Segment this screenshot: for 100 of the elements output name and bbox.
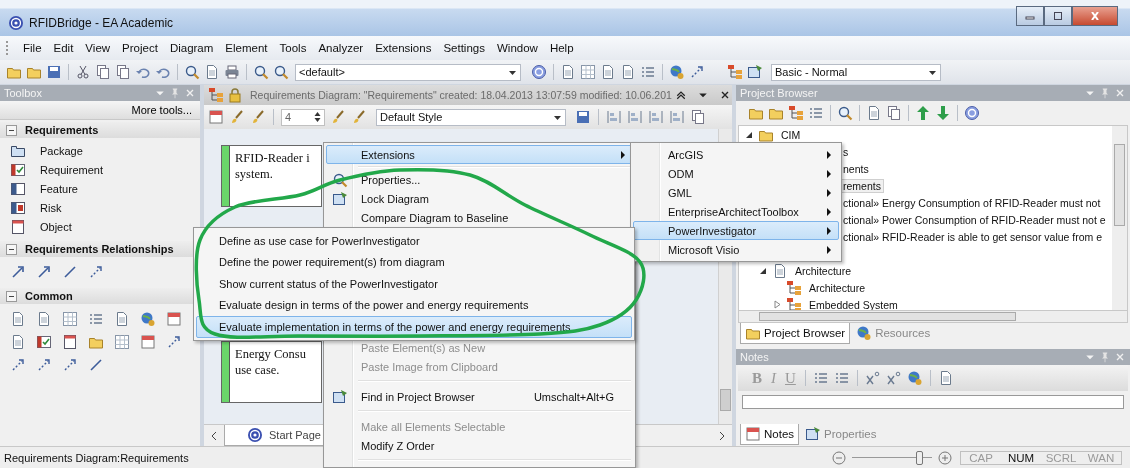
menu-item[interactable]: Define the power requirement(s) from diagram bbox=[196, 251, 632, 273]
search-icon[interactable] bbox=[184, 64, 200, 80]
save-icon[interactable] bbox=[46, 64, 62, 80]
dashed-arrow-icon[interactable] bbox=[10, 356, 26, 373]
document-icon[interactable] bbox=[620, 64, 636, 80]
menu-item[interactable]: Evaluate design in terms of the power and energy requirements bbox=[196, 294, 632, 316]
notes-field[interactable] bbox=[742, 395, 1124, 409]
dashed-arrow-icon[interactable] bbox=[36, 356, 52, 373]
slider-thumb[interactable] bbox=[916, 450, 923, 465]
grid-icon[interactable] bbox=[580, 64, 596, 80]
font-size-field[interactable]: 4 bbox=[281, 108, 325, 126]
properties-icon[interactable] bbox=[747, 64, 763, 80]
requirement-element[interactable]: RFID-Reader i system. bbox=[221, 145, 322, 207]
hierarchy-icon[interactable] bbox=[727, 64, 743, 80]
tree-item[interactable]: Embedded System bbox=[806, 297, 901, 310]
requirement-element[interactable]: Energy Consu use case. bbox=[221, 341, 322, 403]
menu-item[interactable]: GML bbox=[633, 183, 839, 202]
scrollbar[interactable] bbox=[1112, 126, 1127, 310]
globe-icon[interactable] bbox=[669, 64, 685, 80]
copy-icon[interactable] bbox=[886, 105, 902, 121]
tree-item[interactable]: nents bbox=[840, 161, 872, 176]
tree-item[interactable]: rements bbox=[840, 178, 884, 193]
superscript-icon[interactable] bbox=[885, 370, 902, 386]
diagram-dropdown[interactable]: <default> bbox=[295, 63, 521, 81]
tree-item[interactable]: CIM bbox=[778, 127, 804, 142]
menu-item[interactable]: Window bbox=[490, 42, 544, 54]
scissors-icon[interactable] bbox=[75, 64, 91, 80]
menu-item[interactable]: File bbox=[17, 42, 48, 54]
menu-item[interactable]: EnterpriseArchitectToolbox bbox=[633, 202, 839, 221]
search-icon[interactable] bbox=[273, 64, 289, 80]
spinner-arrows-icon[interactable] bbox=[314, 111, 321, 123]
brush-icon[interactable] bbox=[330, 109, 346, 125]
collapse-icon[interactable] bbox=[745, 130, 754, 139]
tree-item[interactable]: s bbox=[840, 144, 852, 159]
dashed-arrow-icon[interactable] bbox=[166, 333, 182, 350]
menu-item[interactable]: Compare Diagram to Baseline bbox=[326, 208, 633, 227]
menu-item[interactable]: PowerInvestigator bbox=[633, 221, 839, 240]
menu-item[interactable]: Find in Project Browser Umschalt+Alt+G bbox=[326, 387, 633, 406]
arrow-icon[interactable] bbox=[10, 263, 26, 280]
document-icon[interactable] bbox=[600, 64, 616, 80]
panel-tab[interactable]: Project Browser bbox=[740, 323, 851, 344]
menu-item[interactable]: Project bbox=[116, 42, 164, 54]
document-icon[interactable] bbox=[114, 310, 130, 327]
style-dropdown[interactable]: Default Style bbox=[376, 108, 566, 126]
printer-icon[interactable] bbox=[224, 64, 240, 80]
scroll-left-icon[interactable] bbox=[210, 430, 218, 441]
line-icon[interactable] bbox=[88, 356, 104, 373]
menu-item[interactable]: Show current status of the PowerInvestigator bbox=[196, 273, 632, 295]
close-button[interactable] bbox=[1072, 6, 1118, 26]
save-icon[interactable] bbox=[575, 109, 591, 125]
document-icon[interactable] bbox=[866, 105, 882, 121]
toolbox-item[interactable]: Object bbox=[40, 220, 72, 233]
copy-icon[interactable] bbox=[95, 64, 111, 80]
minimize-button[interactable] bbox=[1016, 6, 1044, 26]
menu-item[interactable]: Define as use case for PowerInvestigator bbox=[196, 230, 632, 252]
help-icon[interactable] bbox=[964, 105, 980, 121]
menu-item[interactable]: Edit bbox=[47, 42, 80, 54]
zoom-in-icon[interactable] bbox=[938, 450, 952, 465]
globe-icon[interactable] bbox=[140, 310, 156, 327]
panel-tab[interactable]: Notes bbox=[740, 424, 800, 445]
list-icon[interactable] bbox=[808, 105, 824, 121]
document-icon[interactable] bbox=[204, 64, 220, 80]
menu-item[interactable]: Extensions bbox=[326, 145, 633, 164]
expand-icon[interactable] bbox=[773, 300, 782, 309]
help-icon[interactable] bbox=[531, 64, 547, 80]
collapse-icon[interactable] bbox=[759, 266, 768, 275]
note-icon[interactable] bbox=[166, 310, 182, 327]
toolbox-item[interactable]: Requirement bbox=[40, 163, 103, 176]
menu-item[interactable]: View bbox=[79, 42, 117, 54]
document-icon[interactable] bbox=[10, 333, 26, 350]
toolbox-item[interactable]: Package bbox=[40, 144, 83, 157]
tree-item[interactable]: Architecture bbox=[806, 280, 869, 295]
toolbox-item[interactable]: Risk bbox=[40, 201, 62, 214]
scroll-thumb[interactable] bbox=[759, 312, 1016, 321]
brush-icon[interactable] bbox=[250, 109, 266, 125]
dashed-arrow-icon[interactable] bbox=[88, 263, 104, 280]
scrollbar[interactable] bbox=[738, 310, 1128, 323]
collapse-icon[interactable] bbox=[6, 243, 17, 255]
hierarchy-icon[interactable] bbox=[788, 105, 804, 121]
menu-item[interactable]: Help bbox=[543, 42, 580, 54]
grid-icon[interactable] bbox=[62, 310, 78, 327]
menu-item[interactable]: Diagram bbox=[163, 42, 220, 54]
dashed-arrow-icon[interactable] bbox=[62, 356, 78, 373]
zoom-out-icon[interactable] bbox=[832, 450, 846, 465]
menu-item[interactable]: ODM bbox=[633, 164, 839, 183]
menu-item[interactable]: Lock Diagram bbox=[326, 189, 633, 208]
line-icon[interactable] bbox=[62, 263, 78, 280]
list-icon[interactable] bbox=[640, 64, 656, 80]
brush-icon[interactable] bbox=[229, 109, 245, 125]
collapse-icon[interactable] bbox=[6, 290, 17, 302]
globe-icon[interactable] bbox=[906, 370, 923, 386]
checked-box-icon[interactable] bbox=[36, 333, 52, 350]
menu-item[interactable]: Microsoft Visio bbox=[633, 240, 839, 259]
collapse-icon[interactable] bbox=[6, 124, 17, 136]
scroll-thumb[interactable] bbox=[720, 389, 731, 411]
search-icon[interactable] bbox=[837, 105, 853, 121]
tree-item[interactable]: ctional» Energy Consumption of RFID-Reader must not bbox=[840, 195, 1104, 210]
superscript-icon[interactable] bbox=[864, 370, 881, 386]
menu-item[interactable]: Extensions bbox=[369, 42, 438, 54]
arrow-icon[interactable] bbox=[36, 263, 52, 280]
